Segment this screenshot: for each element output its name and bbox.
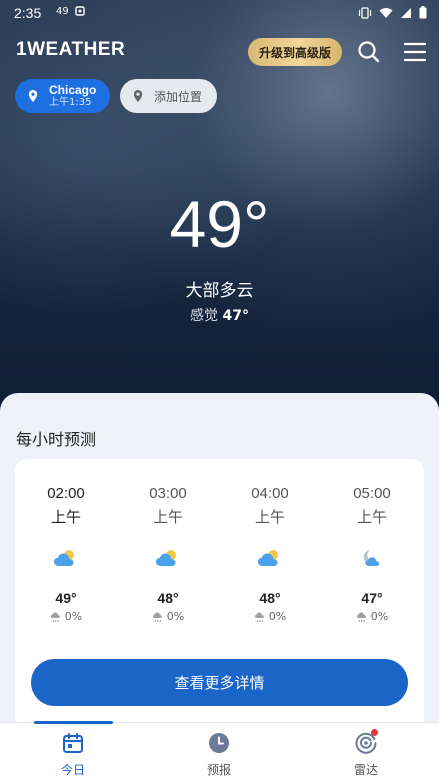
hour-precip: 0% — [117, 610, 219, 623]
hour-time: 05:00 — [353, 485, 391, 502]
partly-cloudy-night-icon — [321, 538, 423, 578]
hour-temperature: 47° — [361, 590, 383, 606]
nav-label-today: 今日 — [60, 763, 85, 777]
hour-time: 04:00 — [251, 485, 289, 502]
location-time: 上午1:35 — [49, 96, 92, 108]
nav-active-indicator — [34, 721, 113, 724]
hourly-item[interactable]: 03:00 上午 48° 0% — [117, 485, 219, 623]
rain-cloud-icon — [50, 612, 60, 622]
clock-icon — [209, 733, 229, 753]
current-condition: 大部多云 — [185, 281, 254, 301]
signal-icon — [401, 7, 411, 18]
hamburger-menu-icon — [403, 42, 427, 62]
app-bar: 1WEATHER 升级到高级版 — [0, 34, 439, 70]
hour-temperature: 48° — [157, 590, 179, 606]
hour-time: 03:00 — [149, 485, 187, 502]
hour-precip: 0% — [219, 610, 321, 623]
nav-tab-forecast[interactable]: 预报 — [179, 731, 259, 778]
hour-precip: 0% — [15, 610, 117, 623]
wifi-icon — [379, 7, 393, 18]
hourly-list: 02:00 上午 49° 0% 03:00 上午 48° 0% 04:00 上午… — [15, 485, 424, 623]
nav-tab-today[interactable]: 今日 — [33, 731, 113, 778]
hour-temperature: 48° — [259, 590, 281, 606]
hour-time: 02:00 — [47, 485, 85, 502]
status-bar: 2:35 49 — [0, 0, 439, 26]
upgrade-button[interactable]: 升级到高级版 — [248, 38, 342, 66]
hourly-sheet: 每小时预测 02:00 上午 49° 0% 03:00 上午 48° 0% 04… — [0, 393, 439, 729]
app-logo: 1WEATHER — [16, 39, 126, 60]
feels-like: 感觉 47° — [0, 305, 439, 325]
partly-cloudy-day-icon — [117, 538, 219, 578]
see-more-details-button[interactable]: 查看更多详情 — [31, 659, 408, 706]
status-right-icons — [358, 6, 427, 19]
partly-cloudy-day-icon — [15, 538, 117, 578]
vibrate-icon — [358, 6, 372, 19]
nav-label-radar: 雷达 — [353, 763, 378, 777]
nav-label-forecast: 预报 — [206, 763, 231, 777]
hour-precip-value: 0% — [370, 610, 389, 623]
hour-precip: 0% — [321, 610, 423, 623]
location-pin-icon — [133, 90, 143, 102]
menu-button[interactable] — [401, 38, 429, 66]
hourly-card: 02:00 上午 49° 0% 03:00 上午 48° 0% 04:00 上午… — [15, 459, 424, 729]
search-button[interactable] — [355, 38, 383, 66]
calendar-icon — [63, 733, 83, 753]
nav-tab-radar[interactable]: 雷达 — [326, 729, 406, 778]
search-icon — [358, 41, 380, 63]
current-temperature: 49° — [169, 187, 270, 261]
radar-notification-dot — [371, 729, 378, 736]
add-location-chip[interactable]: 添加位置 — [120, 79, 217, 113]
location-pin-icon — [28, 90, 38, 102]
rain-cloud-icon — [356, 612, 366, 622]
notification-icon — [75, 6, 85, 16]
hour-precip-value: 0% — [166, 610, 185, 623]
status-time: 2:35 — [14, 5, 42, 21]
hour-period: 上午 — [254, 508, 285, 526]
battery-icon — [419, 6, 427, 19]
feels-like-label: 感觉 — [190, 308, 219, 324]
location-name: Chicago — [49, 82, 97, 97]
hour-period: 上午 — [50, 508, 81, 526]
hourly-section-title: 每小时预测 — [16, 430, 97, 449]
hour-period: 上午 — [356, 508, 387, 526]
bottom-navigation: 今日 预报 雷达 — [0, 721, 439, 780]
hour-precip-value: 0% — [64, 610, 83, 623]
hour-precip-value: 0% — [268, 610, 287, 623]
location-chip-chicago[interactable]: Chicago 上午1:35 — [15, 79, 110, 113]
hourly-item[interactable]: 05:00 上午 47° 0% — [321, 485, 423, 623]
hourly-item[interactable]: 02:00 上午 49° 0% — [15, 485, 117, 623]
rain-cloud-icon — [152, 612, 162, 622]
feels-like-value: 47° — [222, 308, 249, 324]
add-location-label: 添加位置 — [154, 89, 203, 104]
status-left-icons: 49 — [56, 6, 85, 17]
rain-cloud-icon — [254, 612, 264, 622]
hourly-item[interactable]: 04:00 上午 48° 0% — [219, 485, 321, 623]
status-indicator-text: 49 — [56, 6, 69, 17]
partly-cloudy-day-icon — [219, 538, 321, 578]
hour-temperature: 49° — [55, 590, 77, 606]
hour-period: 上午 — [152, 508, 183, 526]
